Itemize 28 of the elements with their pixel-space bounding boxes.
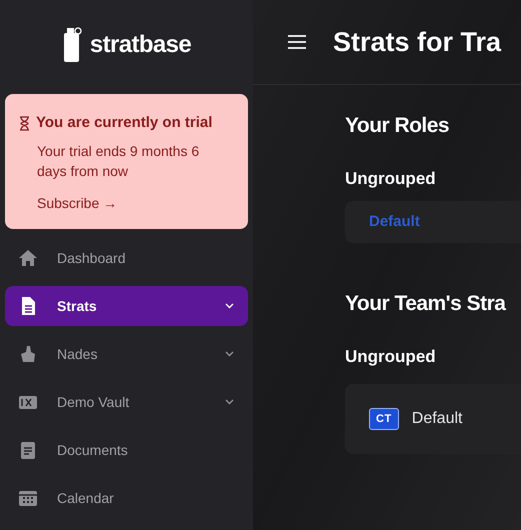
chevron-down-icon bbox=[225, 399, 234, 405]
nav-item[interactable]: Documents bbox=[5, 430, 248, 470]
nav-item[interactable]: Strats bbox=[5, 286, 248, 326]
subscribe-link[interactable]: Subscribe → bbox=[37, 192, 118, 214]
group-title: Ungrouped bbox=[345, 169, 437, 189]
strat-name: Default bbox=[412, 409, 462, 429]
side-badge: CT bbox=[369, 408, 399, 430]
document-icon bbox=[19, 297, 37, 315]
page-title: Strats for Tra bbox=[333, 26, 502, 59]
menu-icon[interactable] bbox=[288, 35, 306, 49]
chevron-down-icon bbox=[225, 351, 234, 357]
hourglass-icon bbox=[19, 116, 30, 131]
section-title: Your Roles bbox=[345, 113, 450, 139]
strat-card[interactable]: CT Default bbox=[345, 384, 521, 454]
trial-message: Your trial ends 9 months 6 days from now bbox=[36, 142, 200, 180]
home-icon bbox=[19, 249, 37, 267]
trial-title: You are currently on trial bbox=[36, 113, 212, 133]
nav-item[interactable]: Nades bbox=[5, 334, 248, 374]
nav-item[interactable]: Calendar bbox=[5, 478, 248, 518]
logo-icon bbox=[62, 27, 82, 63]
nav-item[interactable]: Demo Vault bbox=[5, 382, 248, 422]
nav-item[interactable]: Dashboard bbox=[5, 238, 248, 278]
calendar-icon bbox=[19, 489, 37, 507]
group-title: Ungrouped bbox=[345, 347, 437, 367]
chevron-down-icon bbox=[225, 303, 234, 309]
logo-text: stratbase bbox=[90, 30, 192, 60]
section-title: Your Team's Stra bbox=[345, 291, 507, 317]
notes-icon bbox=[19, 441, 37, 459]
